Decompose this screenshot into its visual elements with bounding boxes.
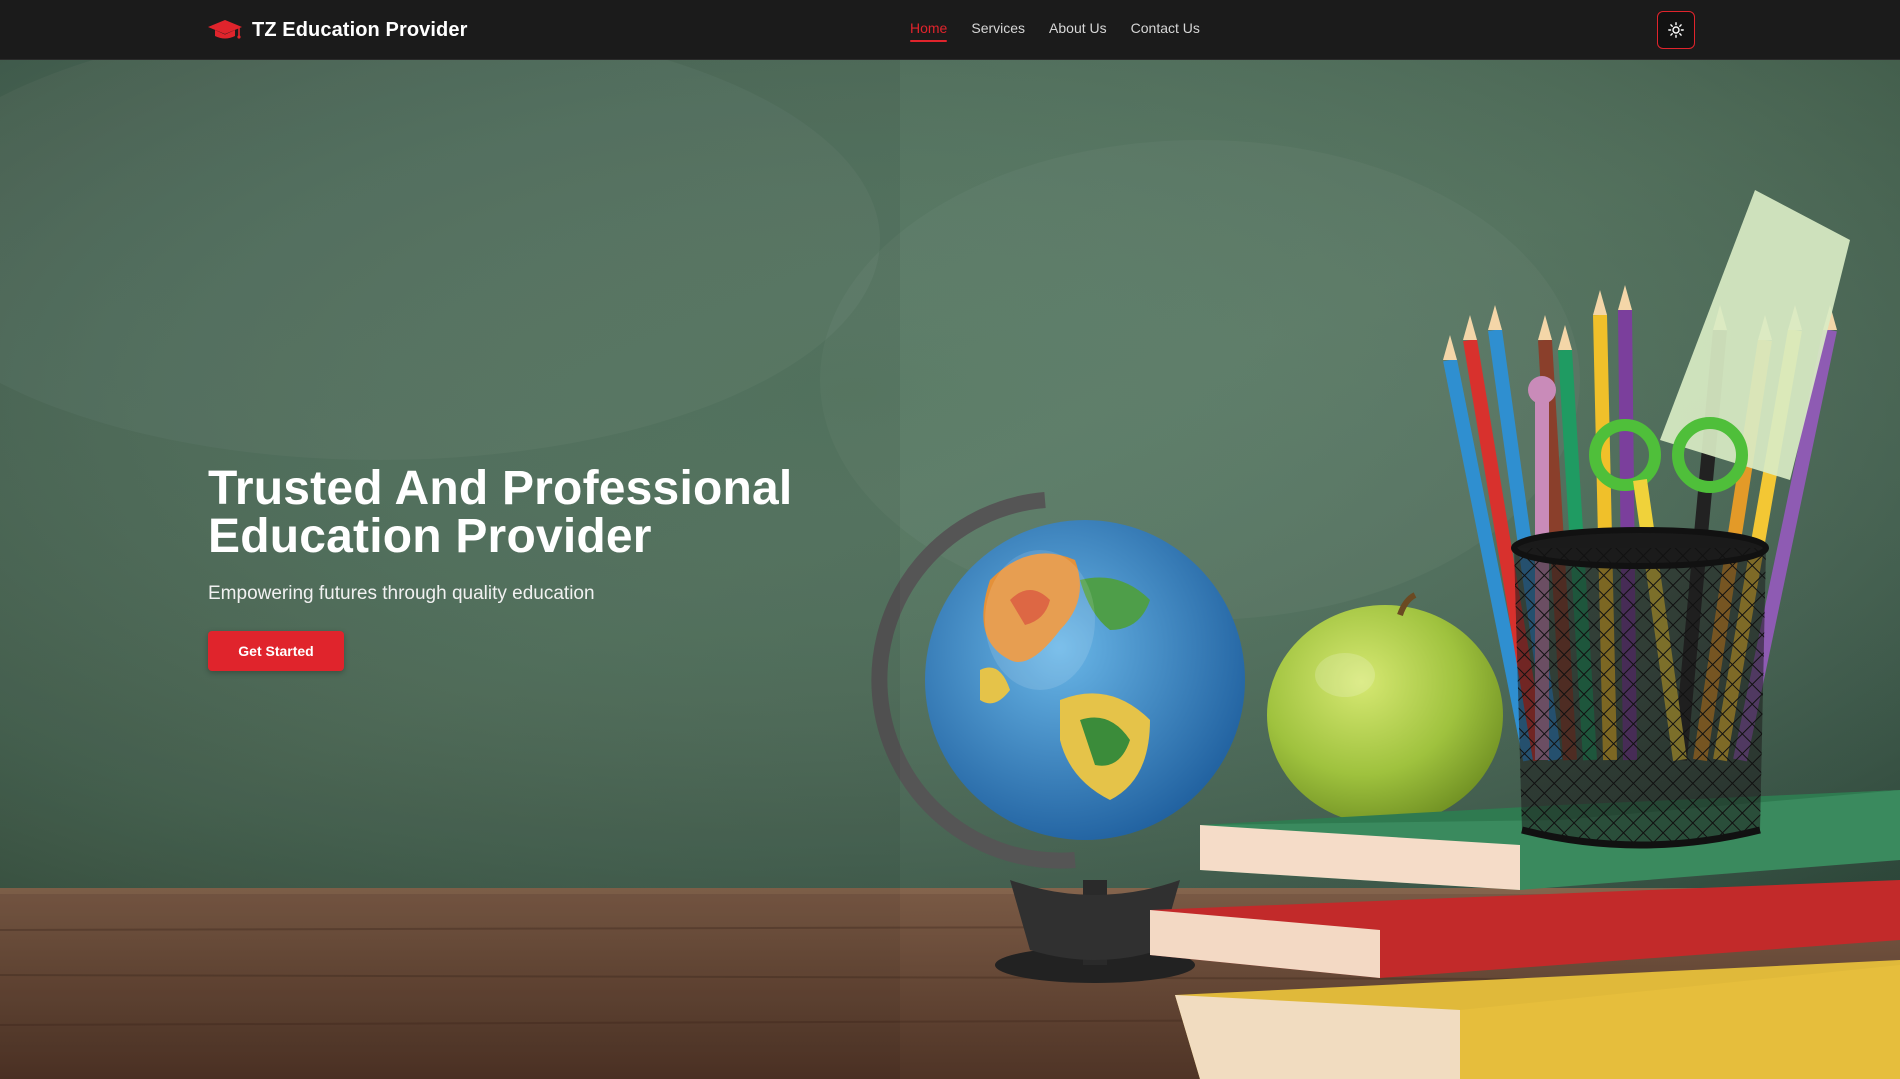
brand-logo-link[interactable]: TZ Education Provider <box>207 16 467 44</box>
main-nav: Home Services About Us Contact Us <box>910 20 1200 42</box>
graduation-cap-icon <box>208 20 242 39</box>
page: TZ Education Provider Home Services Abou… <box>0 0 1900 1079</box>
nav-link-about-us[interactable]: About Us <box>1049 20 1107 42</box>
hero-content: Trusted And Professional Education Provi… <box>208 465 908 671</box>
get-started-button[interactable]: Get Started <box>208 631 344 671</box>
navbar: TZ Education Provider Home Services Abou… <box>0 0 1900 60</box>
hero-title: Trusted And Professional Education Provi… <box>208 462 793 563</box>
nav-link-contact-us[interactable]: Contact Us <box>1131 20 1200 42</box>
hero-section: Trusted And Professional Education Provi… <box>0 60 1900 1079</box>
hero-subtitle: Empowering futures through quality educa… <box>208 583 595 604</box>
nav-link-services[interactable]: Services <box>971 20 1025 42</box>
nav-link-home[interactable]: Home <box>910 20 948 42</box>
brand-name: TZ Education Provider <box>252 18 468 41</box>
theme-toggle-button[interactable] <box>1657 11 1695 49</box>
sun-icon <box>1668 22 1684 38</box>
